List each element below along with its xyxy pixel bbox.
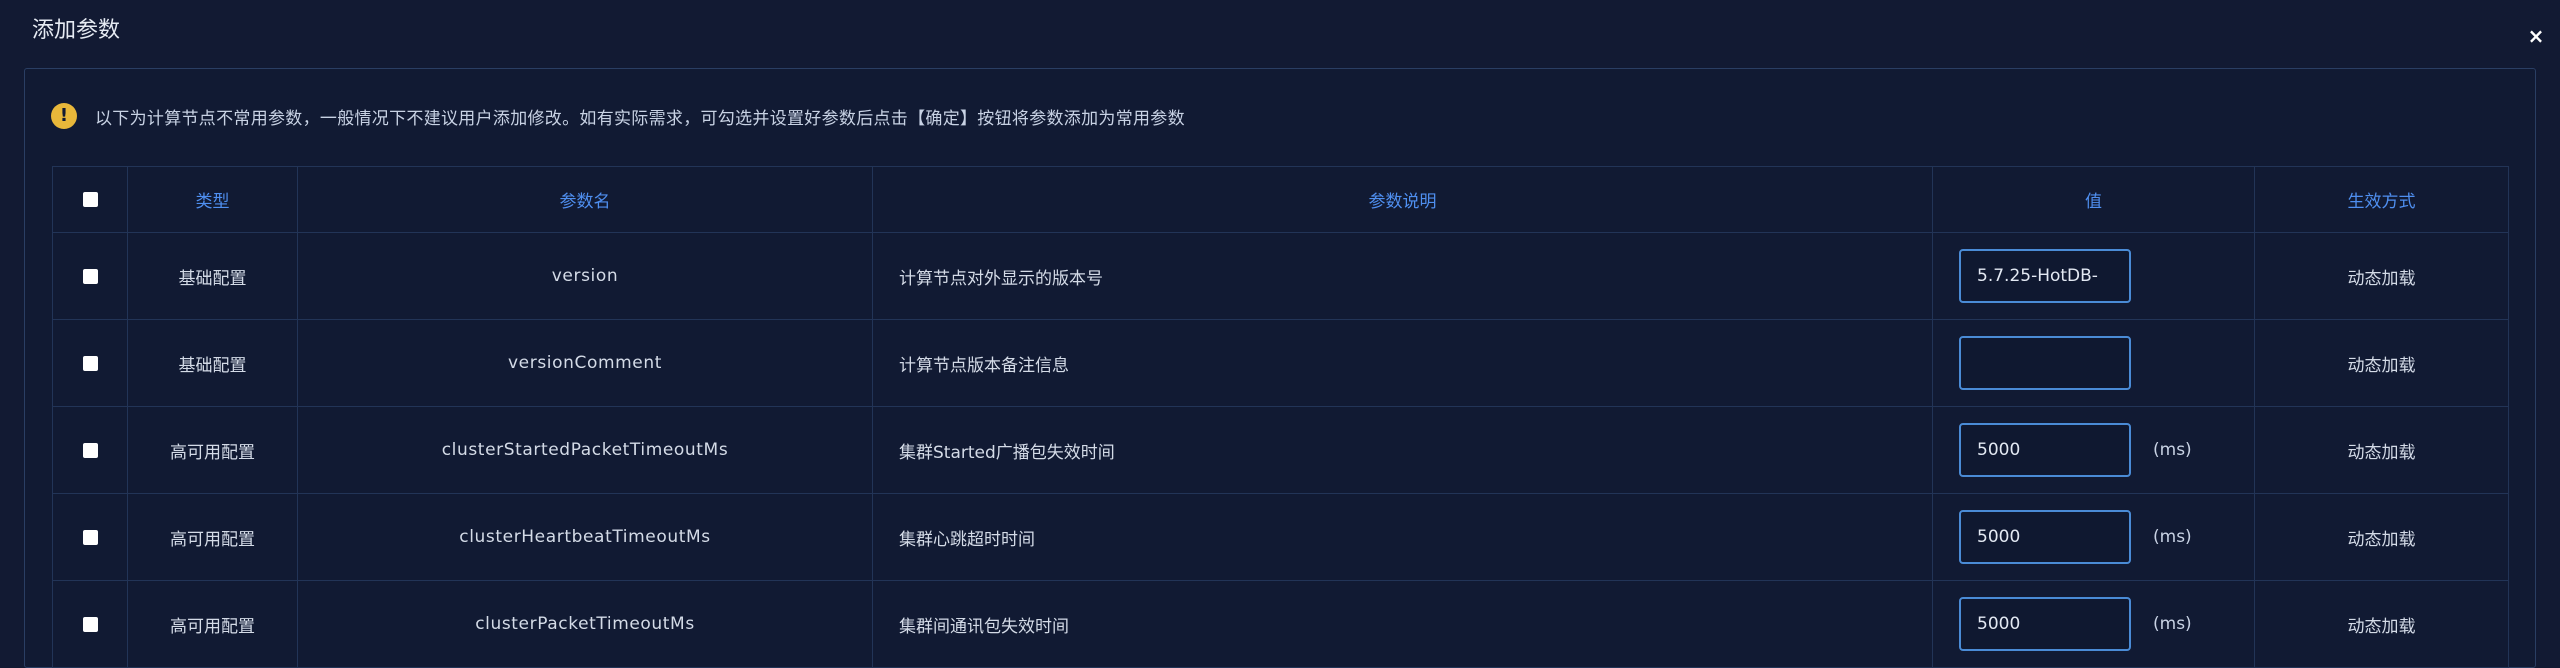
row-checkbox[interactable] (82, 442, 98, 458)
notice-text: 以下为计算节点不常用参数，一般情况下不建议用户添加修改。如有实际需求，可勾选并设… (95, 108, 1185, 129)
row-unit: (ms) (2153, 527, 2192, 547)
table-row: 高可用配置 clusterPacketTimeoutMs 集群间通讯包失效时间 … (52, 580, 2509, 668)
header-select-all (52, 166, 128, 233)
header-name: 参数名 (297, 166, 873, 233)
select-all-checkbox[interactable] (82, 192, 98, 207)
table-row: 基础配置 versionComment 计算节点版本备注信息 动态加载 (52, 319, 2509, 407)
row-type: 基础配置 (127, 232, 298, 320)
row-mode: 动态加载 (2254, 493, 2509, 581)
params-table: 类型 参数名 参数说明 值 生效方式 基础配置 version 计算节点对外显示… (52, 166, 2509, 668)
row-param-name: clusterPacketTimeoutMs (297, 580, 873, 668)
header-mode: 生效方式 (2254, 166, 2509, 233)
notice-banner: ! 以下为计算节点不常用参数，一般情况下不建议用户添加修改。如有实际需求，可勾选… (51, 101, 1185, 131)
row-param-name: clusterStartedPacketTimeoutMs (297, 406, 873, 494)
table-header-row: 类型 参数名 参数说明 值 生效方式 (52, 166, 2509, 233)
row-mode: 动态加载 (2254, 319, 2509, 407)
row-checkbox[interactable] (82, 268, 98, 284)
row-mode: 动态加载 (2254, 406, 2509, 494)
row-type: 高可用配置 (127, 493, 298, 581)
row-value-input[interactable] (1959, 423, 2131, 477)
close-button[interactable]: × (2526, 26, 2546, 46)
header-desc: 参数说明 (872, 166, 1933, 233)
row-checkbox[interactable] (82, 616, 98, 632)
row-value-input[interactable] (1959, 336, 2131, 390)
row-param-name: versionComment (297, 319, 873, 407)
table-row: 基础配置 version 计算节点对外显示的版本号 动态加载 (52, 232, 2509, 320)
row-checkbox[interactable] (82, 529, 98, 545)
header-type: 类型 (127, 166, 298, 233)
table-row: 高可用配置 clusterStartedPacketTimeoutMs 集群St… (52, 406, 2509, 494)
row-unit: (ms) (2153, 614, 2192, 634)
row-mode: 动态加载 (2254, 580, 2509, 668)
row-value-input[interactable] (1959, 510, 2131, 564)
row-type: 高可用配置 (127, 406, 298, 494)
row-description: 集群间通讯包失效时间 (872, 580, 1933, 668)
row-checkbox[interactable] (82, 355, 98, 371)
row-description: 计算节点对外显示的版本号 (872, 232, 1933, 320)
row-value-input[interactable] (1959, 249, 2131, 303)
row-unit: (ms) (2153, 440, 2192, 460)
row-type: 基础配置 (127, 319, 298, 407)
row-description: 计算节点版本备注信息 (872, 319, 1933, 407)
row-param-name: clusterHeartbeatTimeoutMs (297, 493, 873, 581)
row-mode: 动态加载 (2254, 232, 2509, 320)
table-row: 高可用配置 clusterHeartbeatTimeoutMs 集群心跳超时时间… (52, 493, 2509, 581)
row-value-input[interactable] (1959, 597, 2131, 651)
row-description: 集群Started广播包失效时间 (872, 406, 1933, 494)
row-description: 集群心跳超时时间 (872, 493, 1933, 581)
dialog-title-bar: 添加参数 × (0, 0, 2560, 68)
params-panel: ! 以下为计算节点不常用参数，一般情况下不建议用户添加修改。如有实际需求，可勾选… (24, 68, 2536, 668)
row-param-name: version (297, 232, 873, 320)
header-value: 值 (1932, 166, 2255, 233)
dialog-title: 添加参数 (32, 18, 121, 43)
warning-icon: ! (51, 103, 77, 129)
row-type: 高可用配置 (127, 580, 298, 668)
